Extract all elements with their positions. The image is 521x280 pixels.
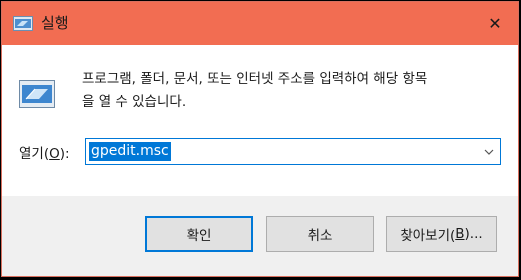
description-line: 프로그램, 폴더, 문서, 또는 인터넷 주소를 입력하여 해당 항목 (82, 71, 428, 87)
open-combobox[interactable]: gpedit.msc (85, 138, 501, 165)
title-bar[interactable]: 실행 ✕ (2, 2, 518, 45)
window-title: 실행 (41, 14, 69, 32)
close-icon: ✕ (488, 14, 502, 33)
run-app-icon (19, 80, 55, 108)
open-label-suffix: ): (59, 146, 70, 162)
open-label-prefix: 열기( (19, 146, 50, 162)
description-line: 을 열 수 있습니다. (82, 94, 187, 110)
browse-button[interactable]: 찾아보기(B)... (386, 216, 497, 252)
cancel-button[interactable]: 취소 (266, 216, 374, 252)
browse-label-prefix: 찾아보기( (400, 228, 456, 244)
description-text: 프로그램, 폴더, 문서, 또는 인터넷 주소를 입력하여 해당 항목 을 열 … (82, 68, 502, 114)
ok-button[interactable]: 확인 (145, 216, 253, 252)
open-input-value[interactable]: gpedit.msc (89, 142, 171, 161)
ok-button-label: 확인 (186, 228, 212, 244)
browse-label-hotkey: B (455, 226, 465, 242)
open-label-hotkey: O (49, 146, 60, 162)
close-button[interactable]: ✕ (472, 2, 518, 45)
run-app-icon (13, 16, 33, 31)
chevron-down-icon[interactable] (484, 147, 494, 157)
browse-label-suffix: )... (464, 226, 483, 242)
open-label: 열기(O): (19, 142, 70, 162)
cancel-button-label: 취소 (307, 228, 333, 244)
